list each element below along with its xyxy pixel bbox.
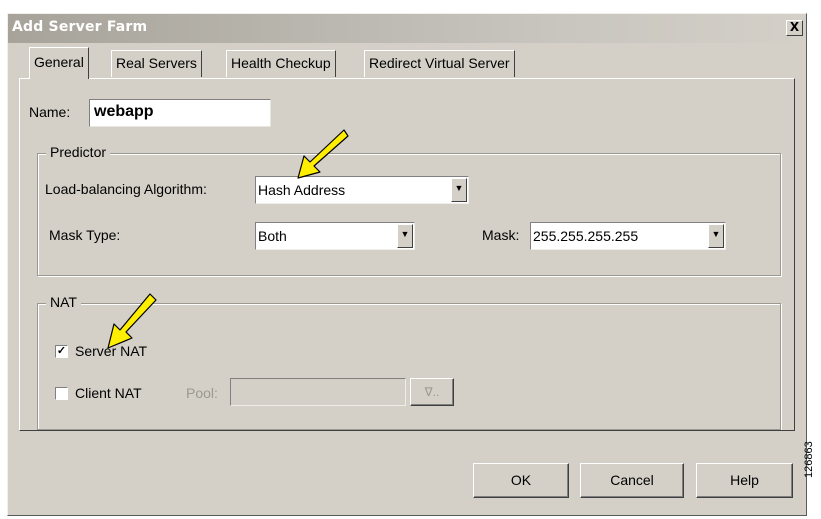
tab-redirect-virtual-server[interactable]: Redirect Virtual Server (364, 50, 515, 77)
close-icon: X (789, 20, 800, 34)
ok-button[interactable]: OK (473, 463, 569, 498)
figure-id: 126863 (803, 441, 815, 478)
help-button[interactable]: Help (696, 463, 793, 498)
tab-health-checkup[interactable]: Health Checkup (226, 50, 336, 77)
general-tab-panel (19, 78, 795, 431)
tab-general[interactable]: General (29, 47, 89, 79)
dialog-title: Add Server Farm (12, 19, 148, 35)
tab-real-servers[interactable]: Real Servers (111, 50, 202, 77)
callout-arrow-icon (297, 129, 349, 179)
cancel-button[interactable]: Cancel (580, 463, 684, 498)
callout-arrow-icon (107, 293, 157, 349)
close-button[interactable]: X (786, 20, 803, 36)
title-bar[interactable]: Add Server Farm X (8, 14, 806, 43)
